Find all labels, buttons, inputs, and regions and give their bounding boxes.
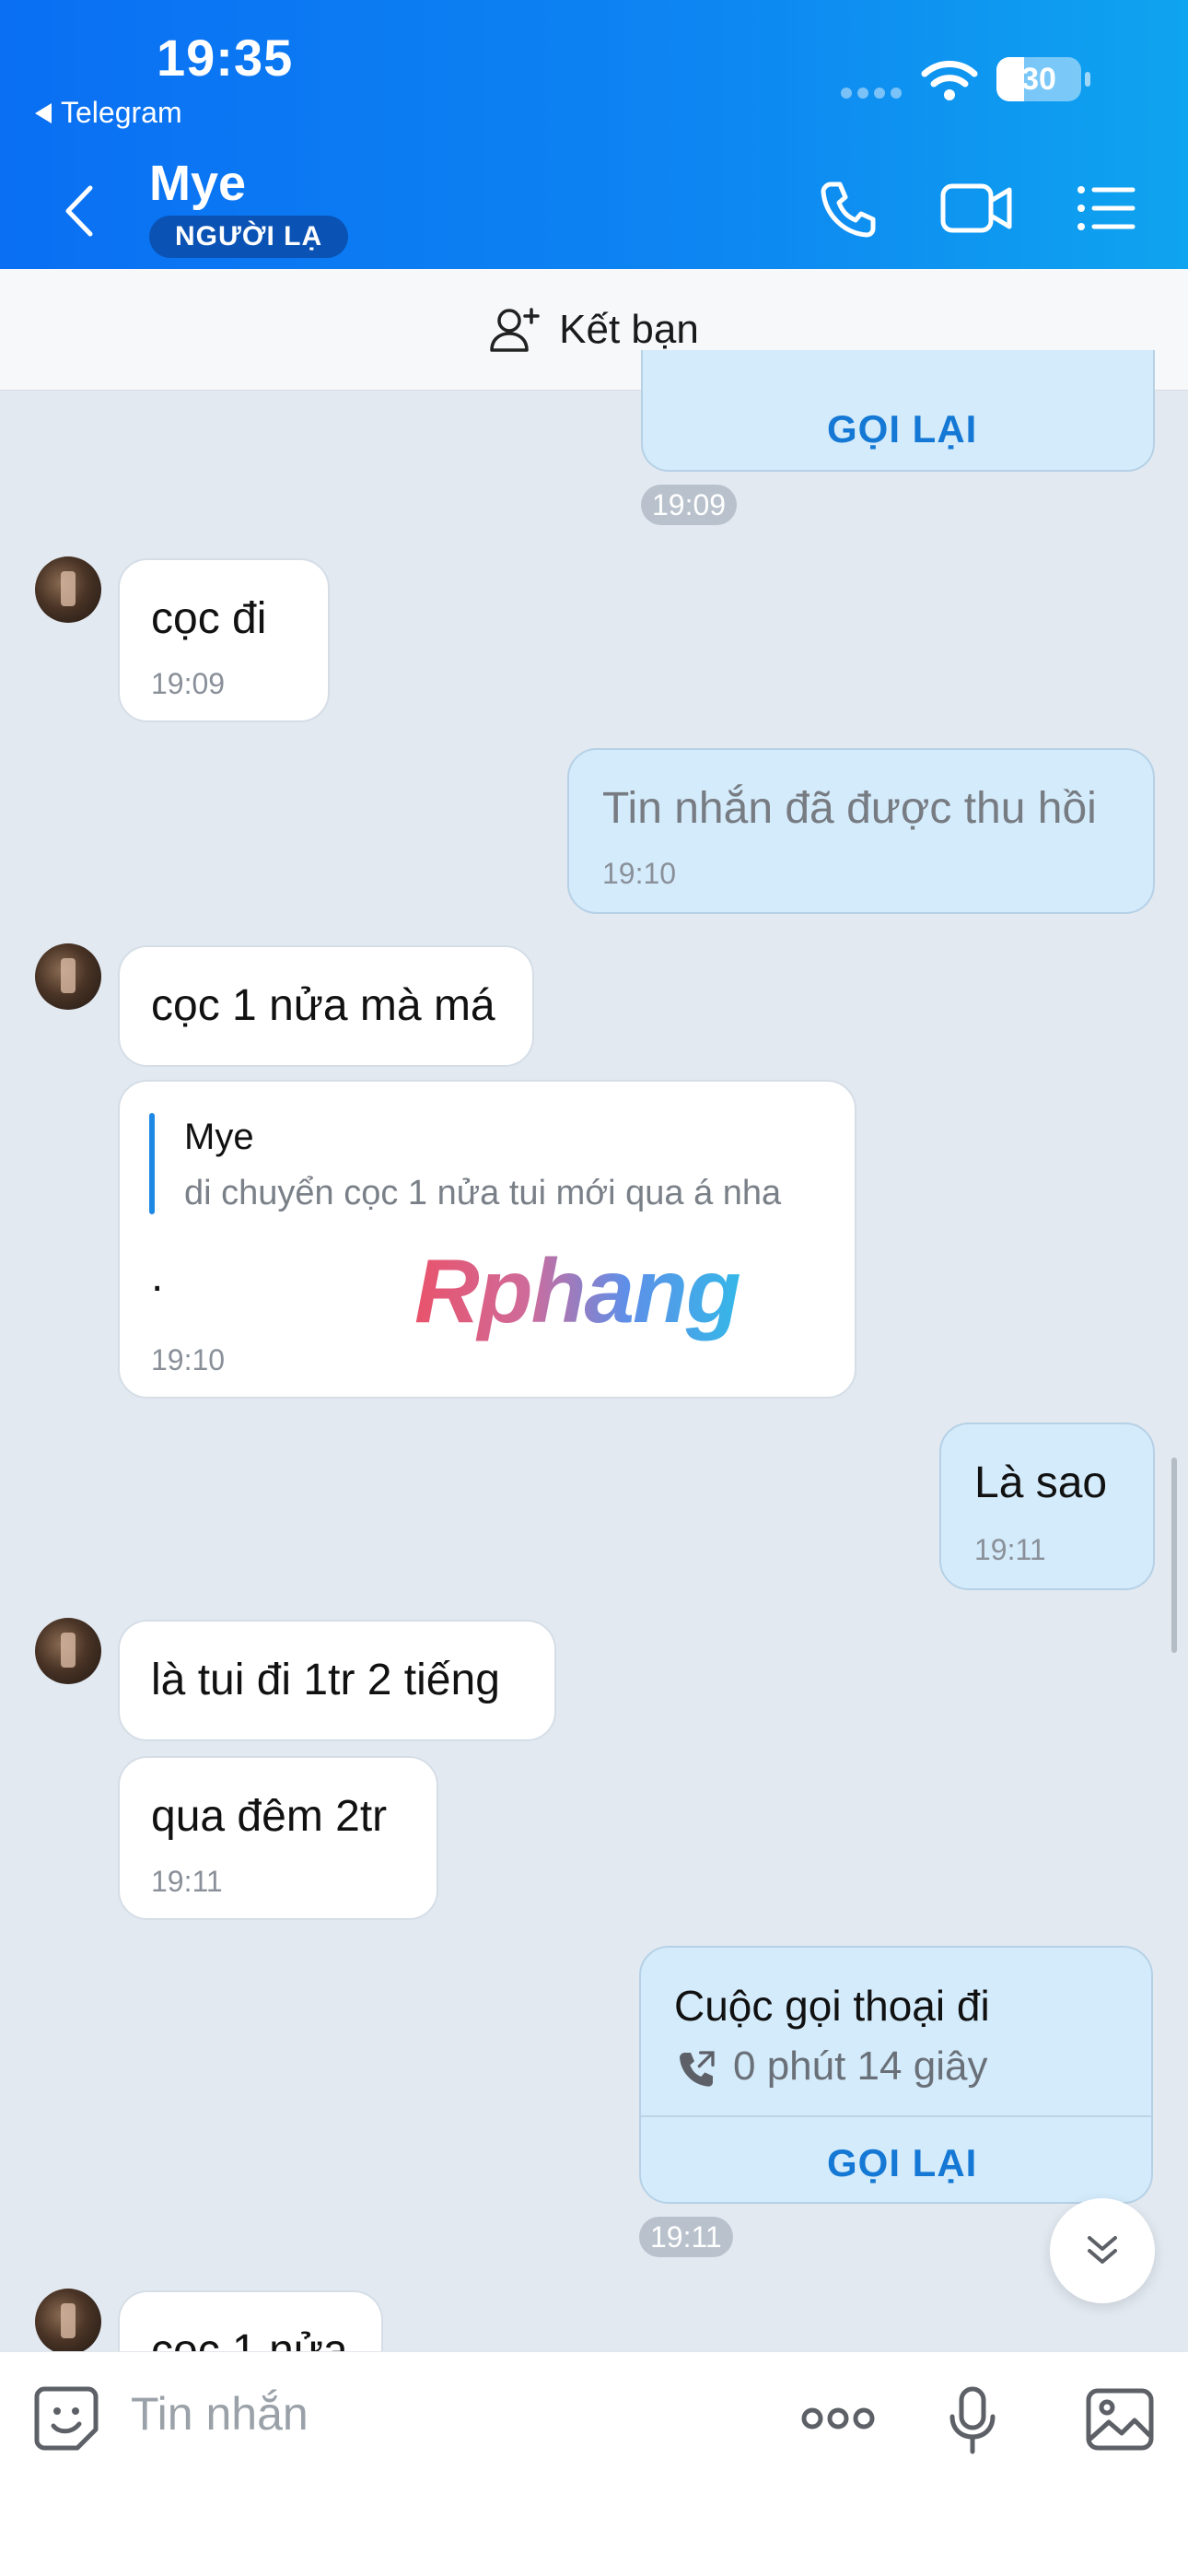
chat-header: 19:35 Telegram 30 Mye NGƯỜI LẠ [0, 0, 1188, 269]
avatar[interactable] [35, 1618, 101, 1684]
message-bubble-incoming[interactable]: cọc đi 19:09 [118, 558, 330, 722]
message-bubble-incoming[interactable]: cọc 1 nửa mà má [118, 945, 534, 1067]
quote-bar [149, 1113, 155, 1214]
back-app-label: Telegram [61, 96, 182, 129]
message-time-pill: 19:09 [641, 485, 738, 525]
back-chevron-icon[interactable] [61, 182, 98, 240]
battery-icon: 30 [996, 57, 1081, 101]
sticker-icon[interactable] [33, 2385, 99, 2452]
image-gallery-icon[interactable] [1085, 2387, 1155, 2452]
call-card-previous[interactable]: GỌI LẠI [641, 350, 1155, 472]
message-text: Là sao [974, 1458, 1108, 1507]
message-time: 19:11 [974, 1533, 1046, 1566]
outgoing-call-icon [680, 2051, 715, 2087]
scrollbar[interactable] [1171, 1458, 1177, 1653]
double-chevron-down-icon [1088, 2236, 1117, 2264]
call-duration: 0 phút 14 giây [733, 2043, 988, 2089]
stranger-badge: NGƯỜI LẠ [149, 216, 349, 258]
call-card[interactable]: Cuộc gọi thoại đi 0 phút 14 giây GỌI LẠI [639, 1946, 1153, 2204]
back-to-telegram-link[interactable]: Telegram [35, 96, 182, 130]
microphone-icon[interactable] [949, 2385, 996, 2455]
avatar[interactable] [35, 943, 101, 1010]
message-time: 19:10 [151, 1343, 226, 1376]
watermark-logo: Rphang [414, 1240, 741, 1341]
message-text: cọc đi [151, 594, 267, 643]
status-time: 19:35 [157, 29, 294, 87]
scroll-to-bottom-button[interactable] [1050, 2198, 1155, 2303]
message-time-pill: 19:11 [639, 2217, 733, 2257]
avatar[interactable] [35, 556, 101, 623]
add-friend-icon [490, 307, 540, 352]
message-bubble-incoming[interactable]: qua đêm 2tr 19:11 [118, 1756, 438, 1920]
chat-title[interactable]: Mye [149, 155, 246, 212]
video-call-icon[interactable] [939, 181, 1015, 236]
message-input[interactable]: Tin nhắn [131, 2387, 309, 2441]
battery-level: 30 [1021, 62, 1056, 97]
back-triangle-icon [35, 102, 52, 123]
message-text: cọc 1 nửa [151, 2326, 348, 2351]
message-time: 19:10 [602, 857, 677, 890]
callback-button[interactable]: GỌI LẠI [827, 407, 977, 451]
message-time: 19:09 [151, 667, 226, 700]
message-text: Tin nhắn đã được thu hồi [602, 784, 1097, 833]
signal-icon [841, 88, 902, 99]
message-text: cọc 1 nửa mà má [151, 981, 495, 1030]
message-text: là tui đi 1tr 2 tiếng [151, 1656, 500, 1704]
message-bubble-outgoing[interactable]: Là sao 19:11 [939, 1423, 1155, 1590]
phone-call-icon[interactable] [818, 179, 879, 240]
call-card-divider [641, 2115, 1151, 2117]
add-friend-label: Kết bạn [559, 306, 699, 352]
menu-list-icon[interactable] [1076, 184, 1136, 232]
message-bubble-recalled[interactable]: Tin nhắn đã được thu hồi 19:10 [567, 748, 1155, 914]
message-input-bar: Tin nhắn [0, 2351, 1188, 2576]
more-options-icon[interactable] [801, 2406, 875, 2431]
partial-message-clip: cọc 1 nửa [0, 2276, 1188, 2351]
call-title: Cuộc gọi thoại đi [674, 1982, 990, 2030]
message-text: . [151, 1252, 164, 1301]
quote-author: Mye [184, 1117, 254, 1157]
message-bubble-incoming[interactable]: cọc 1 nửa [118, 2290, 383, 2351]
message-time: 19:11 [151, 1865, 223, 1898]
quote-text: di chuyển cọc 1 nửa tui mới qua á nha [184, 1174, 782, 1212]
callback-button[interactable]: GỌI LẠI [827, 2141, 977, 2185]
message-bubble-incoming[interactable]: là tui đi 1tr 2 tiếng [118, 1620, 556, 1741]
wifi-icon [921, 61, 978, 100]
message-text: qua đêm 2tr [151, 1792, 388, 1841]
